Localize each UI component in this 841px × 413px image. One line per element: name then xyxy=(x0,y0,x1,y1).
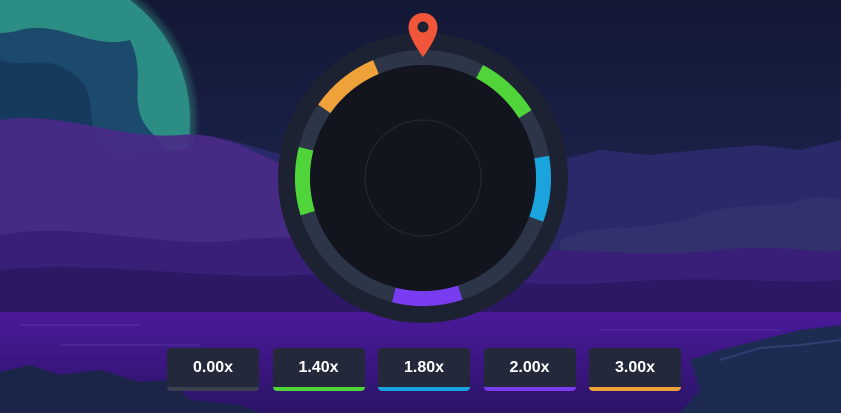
multiplier-button-1[interactable]: 1.40x xyxy=(272,348,365,391)
multiplier-button-3[interactable]: 2.00x xyxy=(483,348,576,391)
multiplier-bar: 0.00x 1.40x 1.80x 2.00x 3.00x xyxy=(167,348,681,392)
map-pin-icon xyxy=(408,13,438,57)
multiplier-button-4[interactable]: 3.00x xyxy=(589,348,681,391)
multiplier-button-2[interactable]: 1.80x xyxy=(378,348,470,391)
wheel-center xyxy=(310,65,536,291)
multiplier-button-0[interactable]: 0.00x xyxy=(167,348,259,391)
fortune-wheel xyxy=(278,33,568,323)
